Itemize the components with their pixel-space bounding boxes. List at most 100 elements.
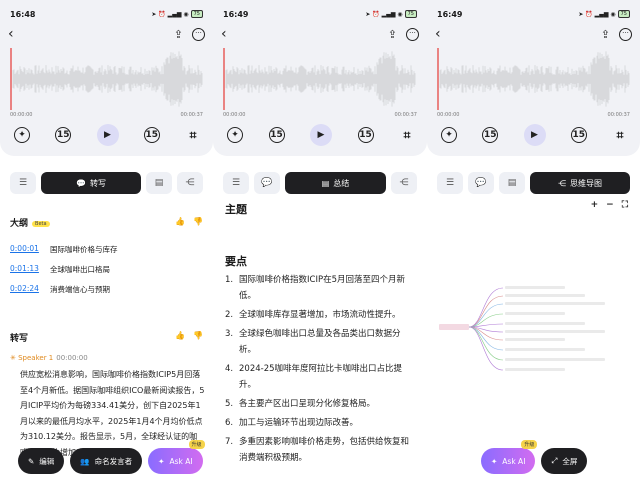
more-icon[interactable]: ··· [619,28,632,41]
status-icons: ➤ ⏰ ▂▄▆ ◉ 75 [578,10,630,18]
rewind-15-icon[interactable]: 15 [55,127,72,143]
outline-item[interactable]: 0:02:24 消费端信心与预期 [10,284,110,295]
share-icon[interactable]: ⇪ [174,28,183,41]
list-item: 2. 全球咖啡库存显著增加，市场流动性提升。 [225,310,401,320]
forward-15-icon[interactable]: 15 [143,127,160,143]
more-icon[interactable]: ··· [192,28,205,41]
audio-player: ‹ ⇪ ··· 00:00:00 00:00:37 ✦ 15 ▶ 15 ⌗ [213,27,427,156]
fullscreen-button[interactable]: ⤢ 全屏 [541,448,588,474]
upgrade-badge: 升级 [188,440,205,449]
edit-button[interactable]: ✎ 编辑 [18,448,65,474]
thumbs-down-icon[interactable]: 👎 [193,331,203,340]
audio-player: ‹ ⇪ ··· 00:00:00 00:00:37 ✦ 15 ▶ 15 ⌗ [427,27,640,156]
outline-timestamp[interactable]: 0:01:13 [10,264,39,275]
sparkle-icon: ✦ [491,456,498,466]
tab-mindmap[interactable]: ⋲ 思维导图 [530,172,630,194]
transcript-feedback: 👍 👎 [175,331,203,340]
zoom-out-button[interactable]: − [606,200,614,210]
speaker-label[interactable]: ✳ Speaker 1 00:00:00 [10,354,88,362]
share-icon[interactable]: ⇪ [601,28,610,41]
mindmap-canvas[interactable] [433,280,633,380]
mindmap-node[interactable] [505,368,565,371]
thumbs-down-icon[interactable]: 👎 [193,217,203,226]
zoom-controls: + − ⛶ [591,200,628,210]
outline-item[interactable]: 0:00:01 国际咖啡价格与库存 [10,244,118,255]
waveform[interactable] [10,48,203,110]
ask-ai-button[interactable]: ✦ Ask AI 升级 [481,440,538,474]
mindmap-icon: ⋲ [558,178,566,188]
back-icon[interactable]: ‹ [8,27,14,41]
tab-transcript[interactable]: 💬 转写 [41,172,141,194]
ai-enhance-icon[interactable]: ✦ [14,127,30,143]
more-icon[interactable]: ··· [406,28,419,41]
tab-mindmap[interactable]: ⋲ [177,172,203,194]
back-icon[interactable]: ‹ [221,27,227,41]
battery-icon: 75 [190,10,203,18]
mindmap-node[interactable] [505,348,585,351]
ai-enhance-icon[interactable]: ✦ [227,127,243,143]
chat-icon: 💬 [76,178,86,188]
mindmap-root[interactable] [439,324,469,330]
mindmap-edge [468,326,504,351]
tab-summary[interactable]: ▤ 总结 [285,172,386,194]
list-item: 7. 多重因素影响咖啡价格走势，包括供给恢复和消费端积极预期。 [225,437,410,463]
outline-text: 全球咖啡出口格局 [50,265,110,274]
mindmap-node[interactable] [505,312,565,315]
name-speakers-button[interactable]: 👥 命名发言者 [70,448,143,474]
rewind-15-icon[interactable]: 15 [482,127,499,143]
mindmap-node[interactable] [505,294,585,297]
tab-transcript[interactable]: 💬 [254,172,280,194]
mindmap-node[interactable] [505,322,585,325]
status-bar: 16:49 ➤ ⏰ ▂▄▆ ◉ 75 [213,0,427,28]
waveform[interactable] [223,48,416,110]
share-icon[interactable]: ⇪ [388,28,397,41]
forward-15-icon[interactable]: 15 [570,127,587,143]
waveform[interactable] [437,48,630,110]
key-points-list: 1. 国际咖啡价格指数ICIP在5月回落至四个月新低。 2. 全球咖啡库存显著增加，… [225,272,417,469]
mindmap-node[interactable] [505,358,605,361]
speaker-icon: ✳ [10,354,16,362]
mindmap-node[interactable] [505,338,565,341]
outline-text: 国际咖啡价格与库存 [50,245,118,254]
outline-item[interactable]: 0:01:13 全球咖啡出口格局 [10,264,110,275]
tab-summary[interactable]: ▤ [499,172,525,194]
people-icon: 👥 [80,456,90,466]
thumbs-up-icon[interactable]: 👍 [175,331,185,340]
ai-enhance-icon[interactable]: ✦ [441,127,457,143]
play-button[interactable]: ▶ [523,124,546,146]
tab-list[interactable]: ☰ [223,172,249,194]
time-start: 00:00:00 [437,112,460,118]
play-button[interactable]: ▶ [310,124,332,146]
tab-mindmap[interactable]: ⋲ [391,172,417,194]
mindmap-node[interactable] [505,330,605,333]
outline-feedback: 👍 👎 [175,217,203,226]
outline-timestamp[interactable]: 0:02:24 [10,284,39,295]
trim-icon[interactable]: ⌗ [612,127,628,143]
speaker-time: 00:00:00 [56,354,88,362]
triptych: 16:48 ➤ ⏰ ▂▄▆ ◉ 75 ‹ ⇪ ··· 00:00:00 00:0… [0,0,640,484]
list-item: 1. 国际咖啡价格指数ICIP在5月回落至四个月新低。 [225,275,405,301]
mindmap-node[interactable] [505,302,605,305]
bottom-actions: ✎ 编辑 👥 命名发言者 ✦ Ask AI 升级 [18,440,205,474]
rewind-15-icon[interactable]: 15 [268,127,285,143]
trim-icon[interactable]: ⌗ [185,127,201,143]
status-bar: 16:49 ➤ ⏰ ▂▄▆ ◉ 75 [427,0,640,28]
trim-icon[interactable]: ⌗ [399,127,415,143]
tab-list[interactable]: ☰ [10,172,36,194]
mindmap-branches [468,286,605,371]
forward-15-icon[interactable]: 15 [357,127,374,143]
list-item: 5. 各主要产区出口呈现分化修复格局。 [225,399,376,409]
mindmap-node[interactable] [505,286,565,289]
play-button[interactable]: ▶ [96,124,119,146]
zoom-in-button[interactable]: + [591,200,599,210]
tab-summary[interactable]: ▤ [146,172,172,194]
tab-list[interactable]: ☰ [437,172,463,194]
back-icon[interactable]: ‹ [435,27,441,41]
screen-summary: 16:49 ➤ ⏰ ▂▄▆ ◉ 75 ‹ ⇪ ··· 00:00:00 00:0… [213,0,427,484]
tab-transcript[interactable]: 💬 [468,172,494,194]
ask-ai-button[interactable]: ✦ Ask AI 升级 [148,440,205,474]
outline-timestamp[interactable]: 0:00:01 [10,244,39,255]
theme-title: 主题 [225,203,247,216]
fit-view-icon[interactable]: ⛶ [622,200,628,210]
thumbs-up-icon[interactable]: 👍 [175,217,185,226]
